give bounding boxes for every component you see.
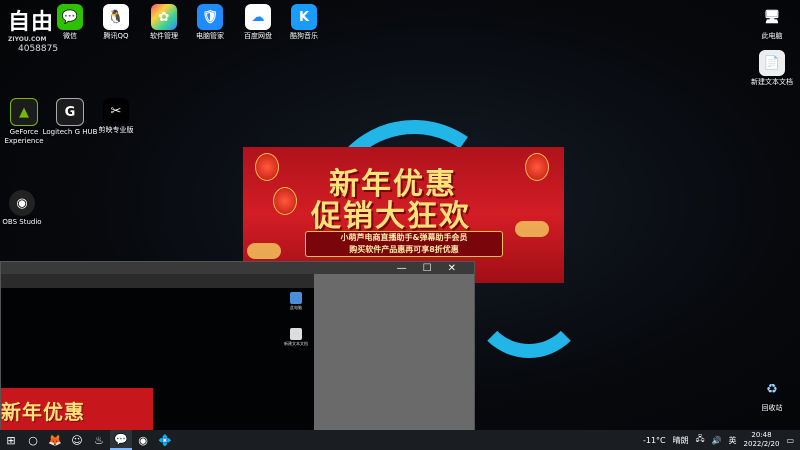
window-titlebar[interactable]: — ☐ ✕ — [1, 262, 474, 274]
taskbar-app-firefox[interactable]: 🦊 — [44, 430, 66, 450]
jianying-icon: ✂ — [103, 98, 129, 124]
taskbar-app-5[interactable]: ◉ — [132, 430, 154, 450]
lantern-decoration — [273, 187, 297, 215]
inner-banner: 新年优惠 — [1, 388, 153, 432]
start-button[interactable]: ⊞ — [0, 430, 22, 450]
banner-title-line2: 促销大狂欢 — [311, 199, 471, 234]
software-manager-icon: ✿ — [151, 4, 177, 30]
clock[interactable]: 20:48 2022/2/20 — [744, 431, 780, 449]
network-icon[interactable]: 🖧 — [696, 433, 705, 447]
volume-icon[interactable]: 🔊 — [712, 436, 722, 445]
taskbar: ⊞ ○ 🦊 ☺ ♨ 💬 ◉ 💠 -11°C 晴朗 🖧 🔊 英 20:48 202… — [0, 430, 800, 450]
pc-manager-icon: 🛡 — [197, 4, 223, 30]
capture-window[interactable]: — ☐ ✕ 此电脑 新建文本文档 新年优惠 — [0, 261, 475, 433]
minimize-button[interactable]: — — [397, 263, 407, 274]
desktop-icon-obs[interactable]: ◉ OBS Studio — [0, 190, 54, 227]
wechat-icon: 💬 — [57, 4, 83, 30]
recycle-bin-icon: ♻ — [766, 381, 778, 397]
logitech-ghub-icon: G — [56, 98, 84, 126]
weather-text[interactable]: 晴朗 — [673, 435, 689, 446]
desktop-icon-recycle-bin[interactable]: ♻ 回收站 — [740, 376, 800, 413]
taskbar-app-2[interactable]: ☺ — [66, 430, 88, 450]
desktop-icon-text-document[interactable]: 📄 新建文本文档 — [740, 50, 800, 87]
system-tray: -11°C 晴朗 🖧 🔊 英 20:48 2022/2/20 ▭ — [643, 431, 800, 449]
inner-icon-text-document: 新建文本文档 — [281, 328, 311, 347]
input-language[interactable]: 英 — [729, 435, 737, 446]
text-document-icon — [290, 328, 302, 340]
desktop-icon-jianying[interactable]: ✂ 剪映专业版 — [84, 98, 148, 135]
desktop-icon-kugou-music[interactable]: K 酷狗音乐 — [272, 4, 336, 41]
taskbar-app-obs[interactable]: 💠 — [154, 430, 176, 450]
lantern-decoration — [255, 153, 279, 181]
geforce-icon: ▲ — [10, 98, 38, 126]
search-button[interactable]: ○ — [22, 430, 44, 450]
window-gray-panel — [314, 274, 474, 432]
obs-icon: ◉ — [9, 190, 35, 216]
this-pc-icon — [290, 292, 302, 304]
taskbar-app-3[interactable]: ♨ — [88, 430, 110, 450]
desktop-icon-this-pc[interactable]: 🖥 此电脑 — [740, 4, 800, 41]
cloud-decoration — [247, 243, 281, 259]
taskbar-app-steam[interactable]: 💬 — [110, 430, 132, 450]
qq-icon: 🐧 — [103, 4, 129, 30]
lantern-decoration — [525, 153, 549, 181]
watermark-number: 4058875 — [18, 44, 59, 54]
notification-icon[interactable]: ▭ — [786, 436, 794, 445]
banner-note: 小萌芦电商直播助手&弹幕助手会员 购买软件产品惠再可享8折优惠 — [305, 231, 503, 257]
inner-screen: 此电脑 新建文本文档 新年优惠 — [1, 288, 314, 432]
text-document-icon: 📄 — [759, 50, 785, 76]
close-button[interactable]: ✕ — [448, 263, 456, 274]
weather-temp[interactable]: -11°C — [643, 436, 666, 445]
kugou-music-icon: K — [291, 4, 317, 30]
maximize-button[interactable]: ☐ — [423, 263, 432, 274]
this-pc-icon: 🖥 — [763, 9, 781, 25]
cloud-decoration — [515, 221, 549, 237]
baidu-netdisk-icon: ☁ — [245, 4, 271, 30]
inner-icon-this-pc: 此电脑 — [281, 292, 311, 311]
